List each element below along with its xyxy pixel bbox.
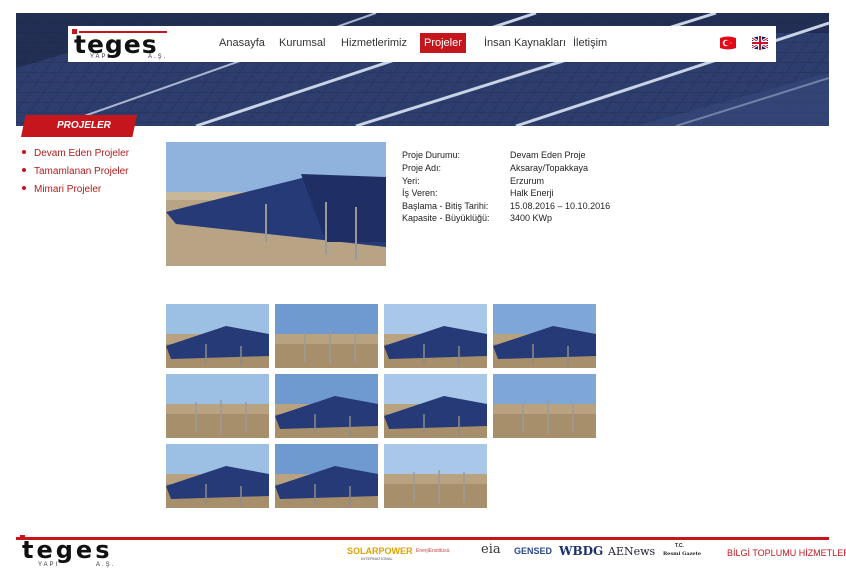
- gallery-thumbnail-5[interactable]: [166, 374, 269, 438]
- footer-logo-text: teges: [22, 536, 113, 564]
- sidebar-title: PROJELER: [21, 115, 137, 137]
- gallery-thumbnail-6[interactable]: [275, 374, 378, 438]
- bullet-icon: [22, 150, 26, 155]
- detail-value-kapasite: 3400 KWp: [510, 213, 553, 223]
- footer-logo-subtitle-right: A.Ş.: [96, 562, 116, 568]
- footer-logo-subtitle-left: YAPI: [38, 562, 60, 568]
- sponsor-solarpower[interactable]: SOLARPOWER: [347, 546, 413, 556]
- sponsor-wbdg[interactable]: WBDG: [559, 544, 603, 558]
- sponsor-resmi-gazete[interactable]: Resmi Gazete: [663, 551, 701, 557]
- nav-projeler[interactable]: Projeler: [420, 33, 466, 53]
- logo-subtitle-right: A.Ş.: [148, 54, 168, 60]
- bullet-icon: [22, 186, 26, 191]
- sponsor-solarpower-sub: INTERNATIONAL: [361, 556, 393, 561]
- gallery-thumbnail-8[interactable]: [493, 374, 596, 438]
- sponsor-gensed[interactable]: GENSED: [514, 546, 552, 556]
- nav-iletisim[interactable]: İletişim: [573, 36, 607, 50]
- sidebar-item-label: Devam Eden Projeler: [34, 148, 130, 159]
- logo-subtitle-left: YAPI: [90, 54, 112, 60]
- gallery-thumbnail-1[interactable]: [166, 304, 269, 368]
- logo-text: teges: [74, 30, 158, 59]
- detail-value-tarih: 15.08.2016 – 10.10.2016: [510, 201, 611, 211]
- uk-flag-icon[interactable]: [751, 35, 769, 51]
- detail-label-adi: Proje Adı:: [402, 163, 442, 173]
- tr-flag-icon[interactable]: [719, 35, 737, 51]
- sponsor-gazete-tc: T.C.: [675, 543, 684, 549]
- detail-value-adi: Aksaray/Topakkaya: [510, 163, 589, 173]
- sidebar-item-label: Mimari Projeler: [34, 184, 102, 195]
- sponsor-aenews[interactable]: AENews: [608, 545, 655, 558]
- detail-value-yeri: Erzurum: [510, 176, 545, 186]
- sidebar-item-mimari[interactable]: Mimari Projeler: [22, 184, 101, 195]
- detail-value-isveren: Halk Enerji: [510, 188, 554, 198]
- info-society-link[interactable]: BİLGİ TOPLUMU HİZMETLERİ: [727, 548, 846, 558]
- sidebar-item-label: Tamamlanan Projeler: [34, 166, 129, 177]
- detail-label-kapasite: Kapasite - Büyüklüğü:: [402, 213, 490, 223]
- sidebar-item-tamamlanan[interactable]: Tamamlanan Projeler: [22, 166, 129, 177]
- gallery-thumbnail-9[interactable]: [166, 444, 269, 508]
- bullet-icon: [22, 168, 26, 173]
- detail-label-durum: Proje Durumu:: [402, 150, 461, 160]
- gallery-thumbnail-10[interactable]: [275, 444, 378, 508]
- gallery-thumbnail-2[interactable]: [275, 304, 378, 368]
- gallery-thumbnail-3[interactable]: [384, 304, 487, 368]
- gallery-thumbnail-11[interactable]: [384, 444, 487, 508]
- sponsor-eia[interactable]: eia: [481, 542, 501, 557]
- sidebar-title-text: PROJELER: [57, 120, 111, 131]
- detail-value-durum: Devam Eden Proje: [510, 150, 586, 160]
- nav-anasayfa[interactable]: Anasayfa: [219, 36, 265, 50]
- nav-kurumsal[interactable]: Kurumsal: [279, 36, 325, 50]
- sponsor-enerji-enstitusu[interactable]: EnerjiEnstitüsü: [416, 548, 449, 554]
- main-project-photo[interactable]: [166, 142, 386, 266]
- footer-divider: [16, 537, 829, 540]
- sidebar-item-devam-eden[interactable]: Devam Eden Projeler: [22, 148, 129, 159]
- detail-label-yeri: Yeri:: [402, 176, 420, 186]
- nav-insan-kaynaklari[interactable]: İnsan Kaynakları: [484, 36, 566, 50]
- detail-label-isveren: İş Veren:: [402, 188, 438, 198]
- gallery-thumbnail-4[interactable]: [493, 304, 596, 368]
- gallery-thumbnail-7[interactable]: [384, 374, 487, 438]
- detail-label-tarih: Başlama - Bitiş Tarihi:: [402, 201, 489, 211]
- nav-hizmetlerimiz[interactable]: Hizmetlerimiz: [341, 36, 407, 50]
